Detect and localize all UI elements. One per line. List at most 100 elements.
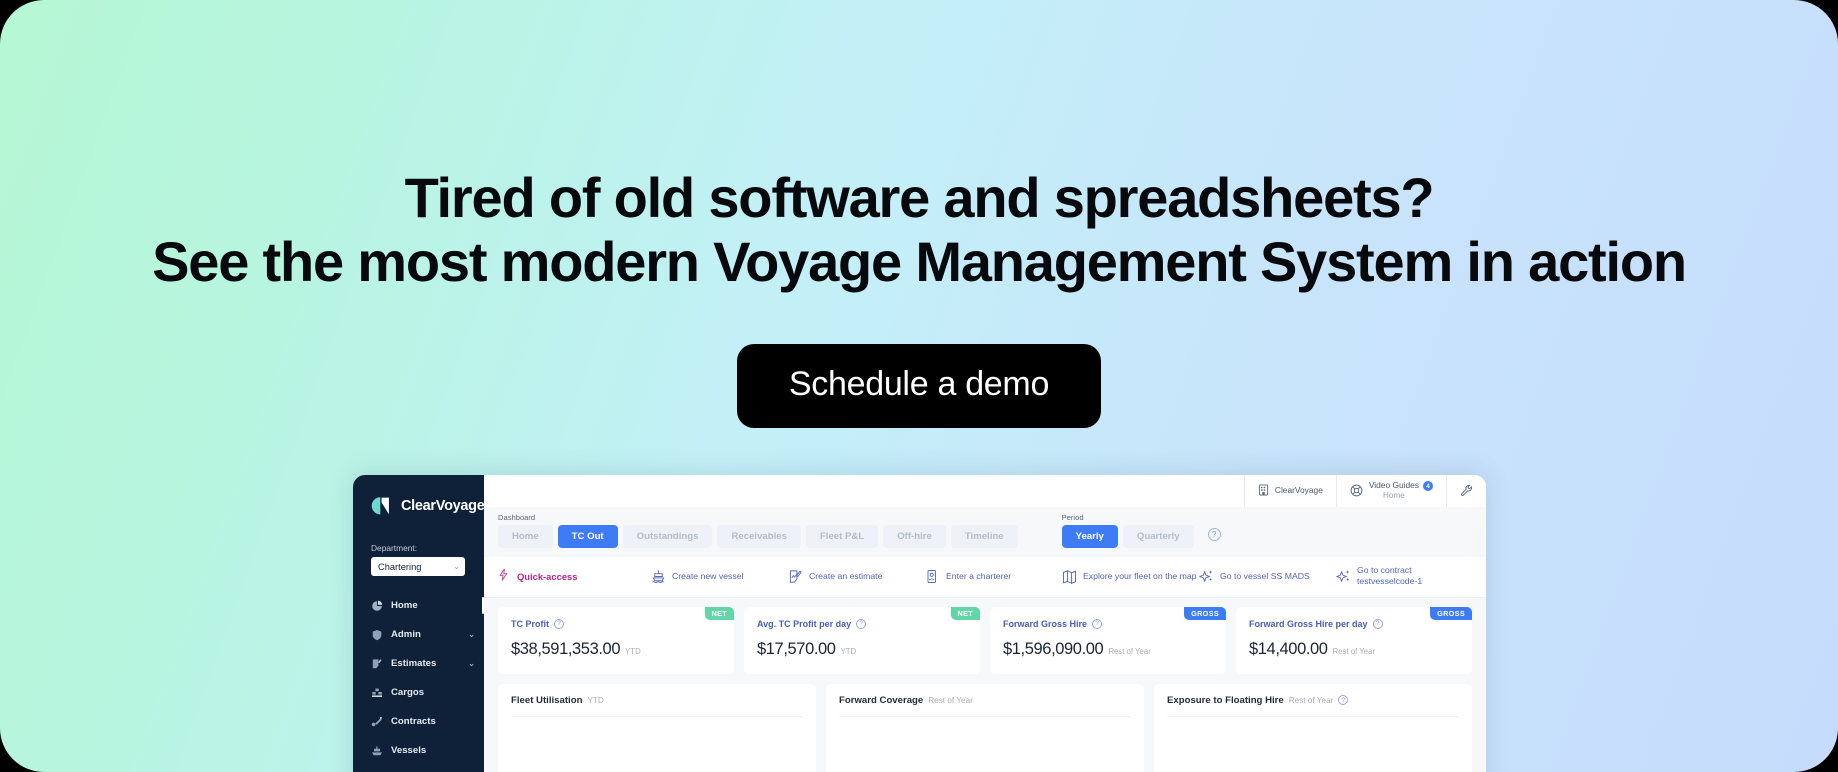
person-card-icon xyxy=(924,568,940,584)
app-main: ClearVoyage Video Guides Home 4 Dashboar… xyxy=(484,475,1486,772)
kpi-title: Avg. TC Profit per day xyxy=(757,618,852,629)
kpi-value-row: $1,596,090.00 Rest of Year xyxy=(1003,640,1213,659)
status-badge: GROSS xyxy=(1184,606,1226,620)
contract-icon xyxy=(371,716,383,728)
help-icon[interactable]: ? xyxy=(554,618,564,629)
department-value: Chartering xyxy=(378,561,422,572)
workspace-switcher[interactable]: ClearVoyage xyxy=(1243,475,1336,507)
sidebar-item-contracts[interactable]: Contracts xyxy=(353,707,484,736)
quick-action-enter-charterer[interactable]: Enter a charterer xyxy=(924,568,1061,584)
headline-line-2: See the most modern Voyage Management Sy… xyxy=(152,229,1687,293)
ship-icon xyxy=(650,568,666,584)
kpi-title: Forward Gross Hire per day xyxy=(1249,618,1368,629)
clearvoyage-logo-icon xyxy=(371,495,394,518)
quick-action-go-to-contract[interactable]: Go to contract testvesselcode-1 xyxy=(1335,565,1472,588)
kpi-card-avg-tc-profit-per-day: NET Avg. TC Profit per day ? $17,570.00 … xyxy=(744,606,980,674)
settings-button[interactable] xyxy=(1446,475,1486,507)
kpi-period: Rest of Year xyxy=(1332,646,1376,656)
department-select[interactable]: Chartering ⌄ xyxy=(371,557,465,576)
sidebar-item-home[interactable]: Home xyxy=(353,591,484,620)
kpi-title: TC Profit xyxy=(511,618,549,629)
tab-receivables[interactable]: Receivables xyxy=(717,525,801,548)
video-guides-button[interactable]: Video Guides Home 4 xyxy=(1335,475,1446,507)
period-group-label: Period xyxy=(1061,513,1084,522)
quick-action-create-estimate[interactable]: Create an estimate xyxy=(787,568,924,584)
cta-container: Schedule a demo xyxy=(0,343,1838,428)
tab-timeline[interactable]: Timeline xyxy=(950,525,1018,548)
quick-action-explore-map[interactable]: Explore your fleet on the map xyxy=(1061,568,1198,584)
sidebar-item-vessels[interactable]: Vessels xyxy=(353,736,484,765)
note-edit-icon xyxy=(371,658,383,670)
panel-forward-coverage: Forward Coverage Rest of Year xyxy=(826,683,1144,772)
pie-chart-icon xyxy=(371,600,383,612)
brand-name: ClearVoyage xyxy=(401,498,485,514)
kpi-value-row: $17,570.00 YTD xyxy=(757,640,967,659)
tab-quarterly[interactable]: Quarterly xyxy=(1122,525,1194,548)
kpi-value: $38,591,353.00 xyxy=(511,639,621,658)
quick-action-label: Go to contract testvesselcode-1 xyxy=(1357,565,1423,587)
kpi-title: Forward Gross Hire xyxy=(1003,618,1088,629)
tab-fleet-pl[interactable]: Fleet P&L xyxy=(805,525,879,548)
tab-outstandings[interactable]: Outstandings xyxy=(622,525,713,548)
department-label: Department: xyxy=(371,543,418,553)
tab-yearly[interactable]: Yearly xyxy=(1061,525,1118,548)
kpi-header: TC Profit ? xyxy=(511,618,721,629)
kpi-header: Avg. TC Profit per day ? xyxy=(757,618,967,629)
status-badge: GROSS xyxy=(1430,606,1472,620)
kpi-value: $17,570.00 xyxy=(757,639,836,658)
kpi-period: YTD xyxy=(840,646,857,656)
sidebar-item-label: Vessels xyxy=(391,745,427,756)
help-icon[interactable]: ? xyxy=(856,618,867,629)
panel-period: YTD xyxy=(587,695,604,705)
sidebar-item-label: Admin xyxy=(391,629,421,640)
sidebar-item-admin[interactable]: Admin ⌄ xyxy=(353,620,484,649)
help-icon[interactable]: ? xyxy=(1092,618,1103,629)
tab-tc-out[interactable]: TC Out xyxy=(557,525,618,548)
kpi-card-tc-profit: NET TC Profit ? $38,591,353.00 YTD xyxy=(498,606,734,674)
quick-action-label: Create an estimate xyxy=(809,570,883,581)
quick-access-bar: Quick-access Create new vessel Create an… xyxy=(484,557,1486,598)
headline-line-1: Tired of old software and spreadsheets? xyxy=(404,166,1435,229)
chevron-down-icon: ⌄ xyxy=(468,630,475,639)
panel-header: Forward Coverage Rest of Year xyxy=(839,695,1131,706)
period-tabs: Yearly Quarterly xyxy=(1061,525,1194,548)
period-tab-group: Period Yearly Quarterly xyxy=(1061,513,1194,548)
kpi-value: $14,400.00 xyxy=(1249,639,1328,658)
panel-body xyxy=(839,715,1131,736)
panel-header: Fleet Utilisation YTD xyxy=(511,695,803,706)
kpi-card-row: NET TC Profit ? $38,591,353.00 YTD NET A… xyxy=(484,597,1486,674)
help-icon[interactable]: ? xyxy=(1372,618,1383,629)
app-topbar: ClearVoyage Video Guides Home 4 xyxy=(484,475,1486,507)
hero-section: Tired of old software and spreadsheets? … xyxy=(0,0,1838,428)
help-icon[interactable]: ? xyxy=(1338,695,1349,706)
chevron-down-icon: ⌄ xyxy=(468,659,475,668)
quick-action-label: Enter a charterer xyxy=(946,570,1012,581)
quick-action-create-vessel[interactable]: Create new vessel xyxy=(650,568,787,584)
kpi-header: Forward Gross Hire ? xyxy=(1003,618,1213,629)
kpi-card-forward-gross-hire-per-day: GROSS Forward Gross Hire per day ? $14,4… xyxy=(1236,606,1472,674)
sidebar: ClearVoyage Department: Chartering ⌄ Hom… xyxy=(353,475,485,772)
help-icon[interactable]: ? xyxy=(1207,528,1221,541)
sparkle-plus-icon xyxy=(1335,568,1351,584)
quick-action-go-to-vessel[interactable]: Go to vessel SS MADS xyxy=(1198,568,1335,584)
sidebar-item-cargos[interactable]: Cargos xyxy=(353,678,484,707)
kpi-header: Forward Gross Hire per day ? xyxy=(1249,618,1459,629)
panel-header: Exposure to Floating Hire Rest of Year ? xyxy=(1167,695,1459,706)
sidebar-item-estimates[interactable]: Estimates ⌄ xyxy=(353,649,484,678)
cargo-boxes-icon xyxy=(371,687,383,699)
dashboard-tabs: Home TC Out Outstandings Receivables Fle… xyxy=(498,525,1018,548)
schedule-demo-button[interactable]: Schedule a demo xyxy=(736,343,1102,428)
video-guides-title: Video Guides xyxy=(1368,480,1419,491)
tab-off-hire[interactable]: Off-hire xyxy=(883,525,946,548)
panel-title: Forward Coverage xyxy=(839,694,924,706)
panel-row: Fleet Utilisation YTD Forward Coverage R… xyxy=(484,673,1486,772)
panel-exposure-to-floating-hire: Exposure to Floating Hire Rest of Year ? xyxy=(1154,683,1472,772)
video-guides-label: Video Guides Home xyxy=(1368,480,1419,501)
sidebar-item-label: Home xyxy=(391,600,418,611)
sparkle-plus-icon xyxy=(1198,568,1214,584)
building-icon xyxy=(1258,484,1269,498)
kpi-card-forward-gross-hire: GROSS Forward Gross Hire ? $1,596,090.00… xyxy=(990,606,1226,674)
panel-title: Exposure to Floating Hire xyxy=(1167,694,1284,706)
quick-action-label: Create new vessel xyxy=(672,570,744,581)
tab-home[interactable]: Home xyxy=(498,525,553,548)
